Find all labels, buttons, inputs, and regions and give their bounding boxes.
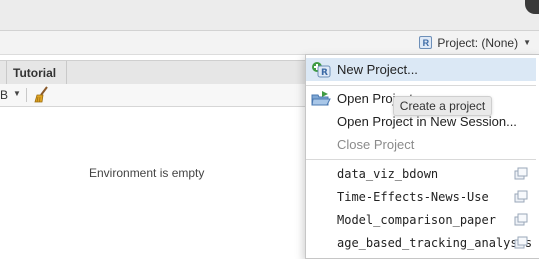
- recent-project-item[interactable]: age_based_tracking_analysis: [306, 231, 536, 254]
- memory-usage-label[interactable]: B: [0, 88, 8, 102]
- project-dropdown-menu: R New Project... Open Project... Open Pr…: [305, 54, 539, 259]
- recent-project-label: age_based_tracking_analysis: [337, 235, 533, 250]
- window-top-strip: [0, 0, 539, 31]
- project-menu-button[interactable]: R Project: (None) ▼: [419, 34, 531, 51]
- recent-project-label: data_viz_bdown: [337, 166, 439, 181]
- broom-icon[interactable]: [34, 86, 50, 103]
- project-bar: R Project: (None) ▼: [0, 31, 539, 55]
- recent-project-item[interactable]: data_viz_bdown: [306, 162, 536, 185]
- recent-project-label: Model_comparison_paper: [337, 212, 496, 227]
- menu-item-label: Open Project in New Session...: [337, 114, 517, 129]
- project-menu-label: Project: (None): [437, 35, 519, 50]
- tab-tutorial[interactable]: Tutorial: [13, 66, 56, 80]
- tab-separator: [0, 61, 7, 84]
- environment-empty-message: Environment is empty: [89, 166, 205, 180]
- menu-item-new-project[interactable]: R New Project...: [306, 58, 536, 81]
- menu-separator: [306, 85, 536, 86]
- open-folder-icon: [311, 91, 331, 106]
- recent-project-label: Time-Effects-News-Use: [337, 189, 489, 204]
- menu-item-label: New Project...: [337, 62, 418, 77]
- open-in-new-session-icon[interactable]: [514, 213, 528, 226]
- chevron-down-icon: ▼: [523, 38, 531, 47]
- chevron-down-icon[interactable]: ▼: [13, 89, 21, 98]
- svg-text:R: R: [321, 68, 328, 78]
- window-corner: [525, 0, 539, 14]
- tooltip: Create a project: [393, 96, 492, 116]
- open-in-new-session-icon[interactable]: [514, 167, 528, 180]
- open-in-new-session-icon[interactable]: [514, 236, 528, 249]
- menu-item-label: Close Project: [337, 137, 415, 152]
- new-project-icon: R: [312, 62, 331, 78]
- r-project-icon: R: [419, 36, 433, 49]
- open-in-new-session-icon[interactable]: [514, 190, 528, 203]
- menu-separator: [306, 159, 536, 160]
- recent-project-item[interactable]: Time-Effects-News-Use: [306, 185, 536, 208]
- recent-project-item[interactable]: Model_comparison_paper: [306, 208, 536, 231]
- menu-item-close-project: Close Project: [306, 133, 536, 156]
- toolbar-divider: [26, 88, 27, 102]
- tab-separator: [66, 61, 67, 84]
